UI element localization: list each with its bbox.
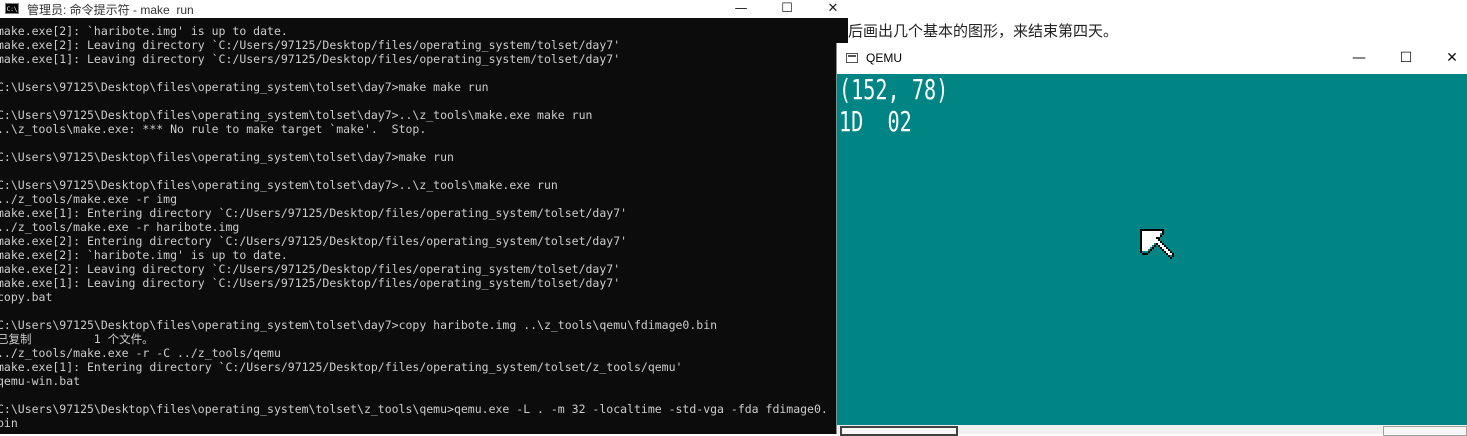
cmd-output-line: C:\Users\97125\Desktop\files\operating_s…: [0, 150, 454, 164]
cmd-maximize-button[interactable]: ☐: [764, 0, 810, 18]
cmd-output-line: make.exe[1]: Leaving directory `C:/Users…: [0, 52, 621, 66]
cmd-output-line: copy.bat: [0, 290, 53, 304]
cmd-icon: C:\: [5, 3, 19, 14]
cmd-output-line: [0, 164, 848, 178]
cmd-output-line: [0, 136, 848, 150]
cmd-output-line: [0, 388, 848, 402]
cmd-output-line: C:\Users\97125\Desktop\files\operating_s…: [0, 80, 489, 94]
cmd-output-line: bin: [0, 416, 18, 430]
cmd-titlebar[interactable]: C:\ 管理员: 命令提示符 - make run — ☐ ✕: [0, 0, 848, 18]
cmd-output[interactable]: make.exe[2]: `haribote.img' is up to dat…: [0, 24, 848, 430]
cmd-output-line: 已复制 1 个文件。: [0, 332, 154, 346]
cmd-output-line: C:\Users\97125\Desktop\files\operating_s…: [0, 108, 593, 122]
cmd-window[interactable]: C:\ 管理员: 命令提示符 - make run — ☐ ✕ make.exe…: [0, 0, 848, 434]
cmd-output-line: make.exe[2]: `haribote.img' is up to dat…: [0, 24, 288, 38]
qemu-window-title: QEMU: [866, 51, 902, 65]
cmd-close-button[interactable]: ✕: [810, 0, 848, 18]
mouse-cursor-icon: [1140, 229, 1174, 259]
cmd-output-line: ../z_tools/make.exe -r img: [0, 192, 178, 206]
cmd-output-line: make.exe[2]: Entering directory `C:/User…: [0, 234, 628, 248]
cmd-output-line: [0, 304, 848, 318]
background-document-text: 后画出几个基本的图形，来结束第四天。: [848, 22, 1119, 40]
cmd-output-line: C:\Users\97125\Desktop\files\operating_s…: [0, 178, 558, 192]
cmd-output-line: [0, 66, 848, 80]
qemu-statusbar: [837, 425, 1467, 436]
qemu-display[interactable]: (152, 78) 1D 02: [837, 74, 1467, 425]
cmd-output-line: ..\z_tools\make.exe: *** No rule to make…: [0, 122, 427, 136]
cmd-output-line: [0, 94, 848, 108]
qemu-titlebar[interactable]: QEMU — ☐ ✕: [837, 43, 1467, 74]
cmd-minimize-button[interactable]: —: [718, 0, 764, 18]
cmd-output-line: C:\Users\97125\Desktop\files\operating_s…: [0, 402, 828, 416]
cmd-output-line: make.exe[1]: Entering directory `C:/User…: [0, 206, 628, 220]
key-code-text: 1D 02: [839, 105, 912, 138]
cmd-output-line: make.exe[1]: Entering directory `C:/User…: [0, 360, 683, 374]
cmd-output-line: make.exe[1]: Leaving directory `C:/Users…: [0, 276, 621, 290]
window-icon: [846, 53, 858, 63]
qemu-window[interactable]: QEMU — ☐ ✕ (152, 78) 1D 02: [836, 43, 1467, 436]
qemu-maximize-button[interactable]: ☐: [1383, 43, 1429, 74]
cmd-output-line: ../z_tools/make.exe -r -C ../z_tools/qem…: [0, 346, 281, 360]
cmd-output-line: make.exe[2]: `haribote.img' is up to dat…: [0, 248, 288, 262]
cmd-window-title: 管理员: 命令提示符 - make run: [27, 3, 194, 17]
cmd-output-line: qemu-win.bat: [0, 374, 81, 388]
cmd-output-line: make.exe[2]: Leaving directory `C:/Users…: [0, 38, 621, 52]
qemu-minimize-button[interactable]: —: [1336, 43, 1382, 74]
cmd-output-line: make.exe[2]: Leaving directory `C:/Users…: [0, 262, 621, 276]
cmd-output-line: ../z_tools/make.exe -r haribote.img: [0, 220, 240, 234]
status-panel-left: [840, 426, 958, 436]
cmd-output-line: C:\Users\97125\Desktop\files\operating_s…: [0, 318, 718, 332]
status-panel-right: [1383, 426, 1467, 436]
mouse-coordinates-text: (152, 78): [839, 74, 949, 106]
qemu-close-button[interactable]: ✕: [1429, 43, 1467, 74]
